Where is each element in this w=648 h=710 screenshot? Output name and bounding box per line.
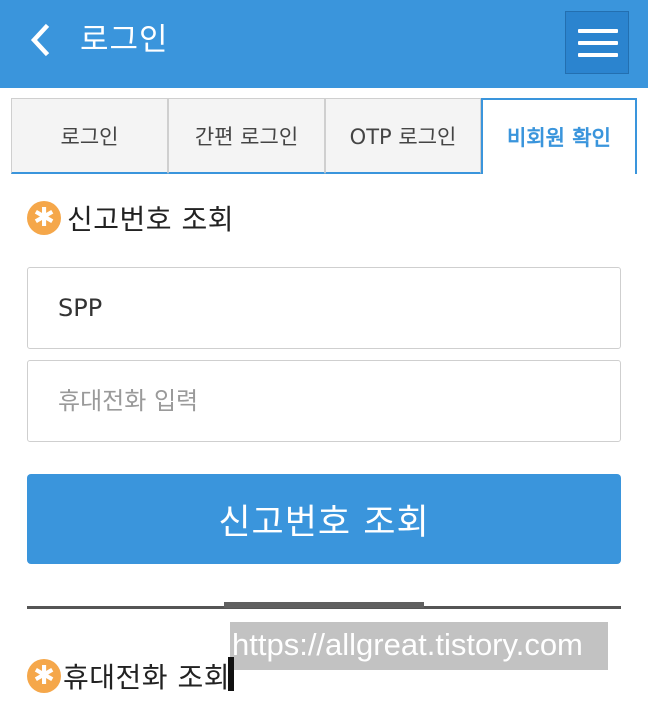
asterisk-icon: ✱	[27, 659, 61, 693]
report-lookup-button[interactable]: 신고번호 조회	[27, 474, 621, 564]
tab-non-member[interactable]: 비회원 확인	[481, 98, 637, 174]
phone-lookup-heading: ✱ 휴대전화 조회	[27, 656, 230, 696]
scroll-indicator[interactable]	[224, 602, 424, 608]
chevron-left-icon	[30, 23, 50, 57]
tab-otp-login[interactable]: OTP 로그인	[325, 98, 481, 174]
text-cursor	[228, 657, 234, 691]
section-title: 신고번호 조회	[67, 203, 234, 236]
report-number-input[interactable]	[27, 267, 621, 349]
menu-button[interactable]	[565, 11, 629, 74]
report-lookup-heading: ✱ 신고번호 조회	[27, 198, 234, 238]
page-title: 로그인	[80, 22, 169, 58]
tab-login[interactable]: 로그인	[11, 98, 168, 174]
phone-input[interactable]	[27, 360, 621, 442]
watermark-overlay: https://allgreat.tistory.com	[230, 622, 608, 670]
asterisk-icon: ✱	[27, 201, 61, 235]
back-button[interactable]	[20, 18, 64, 62]
section-title: 휴대전화 조회	[63, 661, 230, 694]
app-header: 로그인	[0, 0, 648, 88]
tab-simple-login[interactable]: 간편 로그인	[168, 98, 325, 174]
login-tabs: 로그인 간편 로그인 OTP 로그인 비회원 확인	[11, 98, 637, 174]
